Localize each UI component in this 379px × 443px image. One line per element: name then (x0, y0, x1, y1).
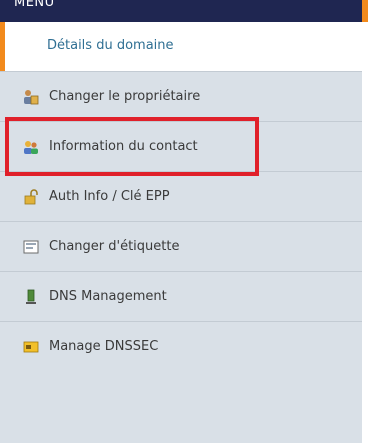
owner-change-icon (23, 89, 39, 105)
label-change-icon (23, 239, 39, 255)
menu-header: MENU (0, 0, 362, 22)
right-margin (362, 22, 379, 443)
menu-item-change-owner[interactable]: Changer le propriétaire (0, 71, 362, 121)
dnssec-icon (23, 339, 39, 355)
menu-header-label: MENU (14, 0, 55, 10)
menu-item-domain-details[interactable]: Détails du domaine (0, 22, 362, 71)
menu-item-label: Changer d'étiquette (49, 239, 180, 254)
menu-item-change-label[interactable]: Changer d'étiquette (0, 221, 362, 271)
header-accent-bar (362, 0, 368, 22)
menu-item-label: DNS Management (49, 289, 167, 304)
menu-item-dns-management[interactable]: DNS Management (0, 271, 362, 321)
dns-management-icon (23, 289, 39, 305)
menu-item-label: Manage DNSSEC (49, 339, 159, 354)
contact-info-icon (23, 139, 39, 155)
menu-item-label: Changer le propriétaire (49, 89, 201, 104)
menu-item-auth-info[interactable]: Auth Info / Clé EPP (0, 171, 362, 221)
menu-item-label: Détails du domaine (47, 38, 174, 53)
menu-item-label: Auth Info / Clé EPP (49, 189, 170, 204)
menu-item-label: Information du contact (49, 139, 198, 154)
menu-item-contact-information[interactable]: Information du contact (0, 121, 362, 171)
auth-key-icon (23, 188, 39, 205)
menu-item-manage-dnssec[interactable]: Manage DNSSEC (0, 321, 362, 371)
